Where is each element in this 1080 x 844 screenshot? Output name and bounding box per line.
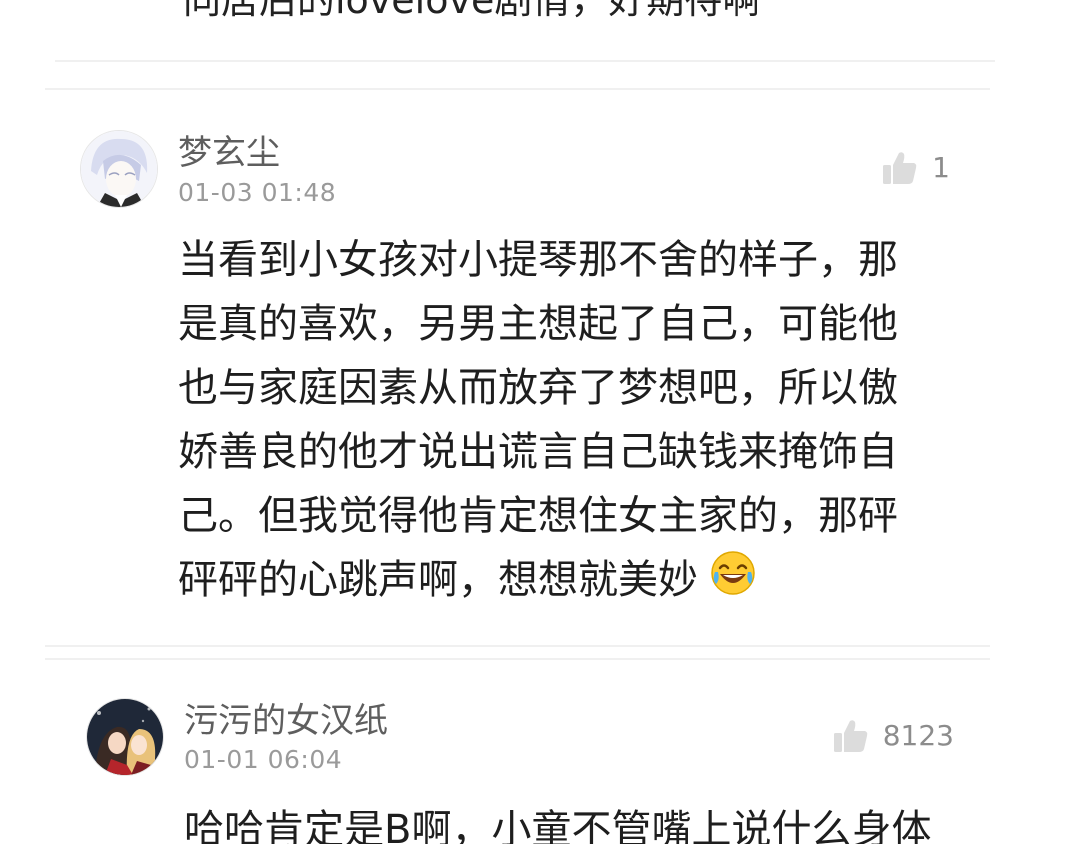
comment-line: 是真的喜欢，另男主想起了自己，可能他 xyxy=(178,301,898,347)
username[interactable]: 污污的女汉纸 xyxy=(184,701,388,741)
comment-body: 哈哈肯定是B啊，小童不管嘴上说什么身体 xyxy=(184,798,931,844)
comment-line: 当看到小女孩对小提琴那不舍的样子，那 xyxy=(178,237,898,283)
user-avatar[interactable] xyxy=(80,130,158,208)
divider xyxy=(55,60,995,62)
previous-comment-text: 同居后的lovelove剧情，好期待啊 xyxy=(183,0,761,22)
like-count: 8123 xyxy=(882,719,954,752)
comment-feed: 同居后的lovelove剧情，好期待啊 梦玄尘 01-03 01:48 1 当看… xyxy=(0,0,1080,844)
comment-line: 哈哈肯定是B啊，小童不管嘴上说什么身体 xyxy=(184,807,932,844)
like-button[interactable]: 1 xyxy=(882,150,950,186)
like-count: 1 xyxy=(932,151,950,184)
comment-line: 己。但我觉得他肯定想住女主家的，那砰 xyxy=(178,493,898,539)
comment-body: 当看到小女孩对小提琴那不舍的样子，那 是真的喜欢，另男主想起了自己，可能他 也与… xyxy=(178,228,898,615)
timestamp: 01-01 06:04 xyxy=(184,745,343,774)
divider xyxy=(45,658,990,660)
divider xyxy=(45,645,990,647)
comment-item: 梦玄尘 01-03 01:48 1 当看到小女孩对小提琴那不舍的样子，那 是真的… xyxy=(0,100,1080,640)
thumbs-up-icon xyxy=(883,152,917,184)
thumbs-up-icon xyxy=(833,720,867,752)
comment-line-last: 砰砰的心跳声啊，想想就美妙 xyxy=(178,548,898,615)
comment-line: 也与家庭因素从而放弃了梦想吧，所以傲 xyxy=(178,365,898,411)
divider xyxy=(45,88,990,90)
comment-line: 砰砰的心跳声啊，想想就美妙 xyxy=(178,557,698,603)
anime-white-hair-boy-avatar-icon xyxy=(81,131,157,207)
anime-couple-avatar-icon xyxy=(87,699,163,775)
laughing-emoji-icon xyxy=(710,550,756,615)
comment-item: 污污的女汉纸 01-01 06:04 8123 哈哈肯定是B啊，小童不管嘴上说什… xyxy=(0,680,1080,844)
timestamp: 01-03 01:48 xyxy=(178,178,337,207)
like-button[interactable]: 8123 xyxy=(833,718,954,754)
username[interactable]: 梦玄尘 xyxy=(178,133,280,173)
comment-line: 娇善良的他才说出谎言自己缺钱来掩饰自 xyxy=(178,429,898,475)
user-avatar[interactable] xyxy=(86,698,164,776)
